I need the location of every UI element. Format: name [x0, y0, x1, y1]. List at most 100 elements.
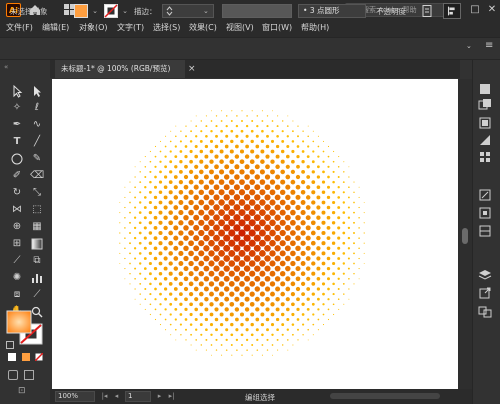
- menu-object[interactable]: 对象(O): [79, 22, 108, 33]
- menu-type[interactable]: 文字(T): [117, 22, 144, 33]
- opacity-label[interactable]: 不透明度: [376, 6, 406, 17]
- zoom-level-field[interactable]: 100%: [55, 391, 95, 402]
- variable-width-profile[interactable]: [222, 4, 292, 18]
- column-graph-tool-icon[interactable]: [30, 271, 44, 285]
- halftone-dot: [214, 307, 219, 312]
- first-artboard-icon[interactable]: |◂: [100, 391, 109, 402]
- collapse-panel-icon[interactable]: «: [4, 64, 14, 71]
- menu-file[interactable]: 文件(F): [6, 22, 33, 33]
- direct-selection-tool-icon[interactable]: [30, 84, 44, 98]
- halftone-dot: [243, 244, 251, 252]
- close-icon[interactable]: ✕: [484, 2, 500, 18]
- properties-icon[interactable]: [478, 82, 492, 96]
- symbols-icon[interactable]: [478, 206, 492, 220]
- scale-tool-icon[interactable]: ⤡: [30, 186, 44, 200]
- brushes-icon[interactable]: [478, 188, 492, 202]
- curvature-tool-icon[interactable]: ∿: [30, 118, 44, 132]
- last-artboard-icon[interactable]: ▸|: [167, 391, 176, 402]
- shaper-tool-icon[interactable]: ✐: [10, 169, 24, 183]
- none-mode-icon[interactable]: [35, 353, 43, 361]
- swatches-icon[interactable]: [478, 150, 492, 164]
- halftone-dot: [169, 313, 172, 316]
- lasso-tool-icon[interactable]: ℓ: [30, 101, 44, 115]
- artboards-panel-icon[interactable]: [478, 304, 492, 318]
- halftone-dot: [183, 184, 189, 190]
- document-tab[interactable]: 未标题-1* @ 100% (RGB/预览): [55, 60, 185, 78]
- symbol-sprayer-tool-icon[interactable]: ✺: [10, 271, 24, 285]
- selection-tool-icon[interactable]: [10, 84, 24, 98]
- halftone-dot: [163, 235, 168, 241]
- halftone-dot: [322, 150, 325, 153]
- rotate-tool-icon[interactable]: ↻: [10, 186, 24, 200]
- halftone-dot: [241, 354, 243, 356]
- artboard-tool-icon[interactable]: ⧈: [10, 288, 24, 302]
- gradient-mode-icon[interactable]: [22, 353, 30, 361]
- stroke-weight-field[interactable]: ⌄: [162, 4, 214, 18]
- horizontal-scrollbar[interactable]: [330, 393, 440, 399]
- close-tab-icon[interactable]: ×: [188, 62, 200, 76]
- stroke-color-swatch[interactable]: [104, 4, 118, 18]
- vertical-scroll-thumb[interactable]: [462, 228, 468, 244]
- color-icon[interactable]: [478, 116, 492, 130]
- libraries-icon[interactable]: [478, 98, 492, 112]
- brush-definition-dropdown[interactable]: • 3 点圆形: [298, 4, 366, 18]
- eyedropper-tool-icon[interactable]: ⟋: [10, 254, 24, 268]
- width-tool-icon[interactable]: ⋈: [10, 203, 24, 217]
- halftone-dot: [287, 349, 289, 351]
- color-mode-icon[interactable]: [8, 353, 16, 361]
- line-segment-tool-icon[interactable]: ╱: [30, 135, 44, 149]
- slice-tool-icon[interactable]: ⟋: [30, 288, 44, 302]
- gradient-tool-icon[interactable]: [30, 237, 44, 251]
- free-transform-tool-icon[interactable]: ⬚: [30, 203, 44, 217]
- menu-effect[interactable]: 效果(C): [189, 22, 217, 33]
- document-setup-icon[interactable]: [420, 4, 434, 18]
- fill-color-swatch[interactable]: [74, 4, 88, 18]
- menu-view[interactable]: 视图(V): [226, 22, 254, 33]
- magic-wand-tool-icon[interactable]: ✧: [10, 101, 24, 115]
- artboard-number-field[interactable]: 1: [125, 391, 151, 402]
- perspective-grid-tool-icon[interactable]: ▦: [30, 220, 44, 234]
- menu-select[interactable]: 选择(S): [153, 22, 180, 33]
- menu-help[interactable]: 帮助(H): [301, 22, 329, 33]
- halftone-dot: [153, 236, 158, 240]
- eraser-tool-icon[interactable]: ⌫: [30, 169, 44, 183]
- menu-edit[interactable]: 编辑(E): [42, 22, 69, 33]
- halftone-dot: [173, 287, 178, 291]
- halftone-dot: [218, 199, 225, 206]
- stroke-dropdown-icon[interactable]: ⌄: [120, 5, 130, 17]
- align-icon[interactable]: [443, 3, 461, 19]
- previous-artboard-icon[interactable]: ◂: [112, 391, 121, 402]
- halftone-dot: [281, 333, 284, 336]
- blend-tool-icon[interactable]: ⧉: [30, 254, 44, 268]
- export-icon[interactable]: [478, 286, 492, 300]
- halftone-dot: [358, 227, 360, 229]
- screen-mode-icon[interactable]: [24, 370, 34, 380]
- paintbrush-tool-icon[interactable]: ✎: [30, 152, 44, 166]
- artboard-canvas[interactable]: [52, 79, 458, 389]
- halftone-dot: [241, 110, 243, 112]
- mesh-tool-icon[interactable]: ⊞: [10, 237, 24, 251]
- graphic-styles-icon[interactable]: [478, 224, 492, 238]
- halftone-dot: [305, 225, 311, 231]
- gradient-panel-icon[interactable]: [478, 133, 492, 147]
- layers-icon[interactable]: [478, 268, 492, 282]
- shape-builder-tool-icon[interactable]: ⊕: [10, 220, 24, 234]
- pen-tool-icon[interactable]: ✒: [10, 118, 24, 132]
- edit-toolbar-icon[interactable]: ⊡: [18, 386, 32, 396]
- next-artboard-icon[interactable]: ▸: [155, 391, 164, 402]
- halftone-dot: [272, 354, 273, 356]
- draw-mode-icon[interactable]: [8, 370, 18, 380]
- ellipse-tool-icon[interactable]: [10, 152, 24, 166]
- halftone-artwork[interactable]: [52, 79, 458, 389]
- stroke-weight-dropdown-icon[interactable]: ⌄: [203, 5, 213, 17]
- stepper-icon[interactable]: [166, 6, 173, 16]
- halftone-dot: [178, 190, 184, 195]
- menu-window[interactable]: 窗口(W): [262, 22, 292, 33]
- control-bar-menu-icon[interactable]: ≡: [485, 40, 495, 54]
- halftone-dot: [275, 307, 280, 312]
- fill-dropdown-icon[interactable]: ⌄: [90, 5, 100, 17]
- maximize-icon[interactable]: □: [467, 2, 483, 18]
- align-dropdown-icon[interactable]: ⌄: [466, 42, 476, 54]
- default-colors-icon[interactable]: [6, 341, 14, 349]
- type-tool-icon[interactable]: T: [10, 135, 24, 149]
